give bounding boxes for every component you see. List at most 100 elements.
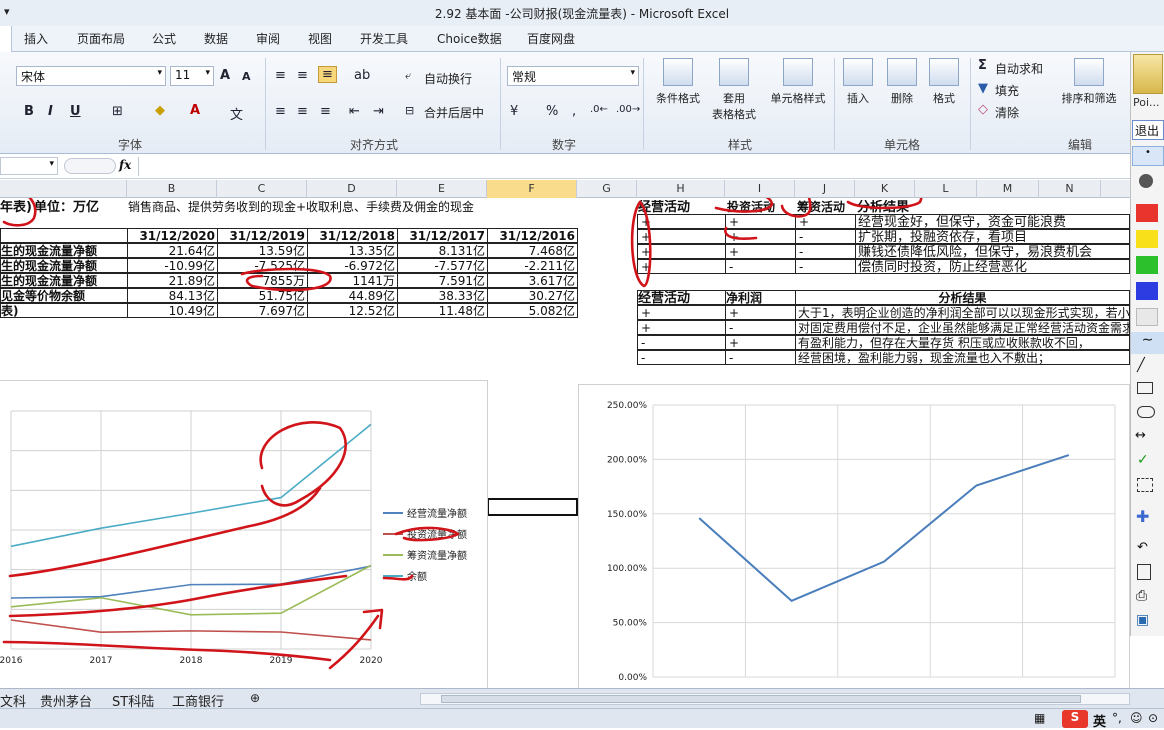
autosum-button[interactable]: 自动求和 — [995, 60, 1043, 77]
tab-choice[interactable]: Choice数据 — [437, 30, 502, 47]
ellipse-tool-icon[interactable] — [1137, 406, 1155, 418]
small-dot-icon[interactable]: • — [1132, 146, 1164, 166]
rectangle-tool-icon[interactable] — [1137, 382, 1153, 394]
col-header-i[interactable]: I — [725, 180, 795, 198]
col-header-g[interactable]: G — [577, 180, 637, 198]
large-dot-icon[interactable] — [1139, 174, 1153, 188]
align-right-icon[interactable]: ≡ — [320, 104, 331, 119]
decrease-indent-icon[interactable]: ⇤ — [349, 104, 360, 119]
exit-button[interactable]: 退出 — [1132, 120, 1164, 140]
tab-baidu-netdisk[interactable]: 百度网盘 — [527, 30, 575, 47]
select-tool-icon[interactable] — [1137, 478, 1153, 492]
check-tool-icon[interactable]: ✓ — [1137, 452, 1149, 468]
quick-access-dropdown-icon[interactable]: ▾ — [4, 5, 10, 18]
increase-decimal-icon[interactable]: .0← — [590, 104, 608, 115]
col-header-e[interactable]: E — [397, 180, 487, 198]
tab-developer[interactable]: 开发工具 — [360, 30, 408, 47]
arrow-tool-icon[interactable]: ↔ — [1135, 428, 1146, 443]
sort-filter-button[interactable]: 排序和筛选 — [1056, 58, 1122, 106]
name-box[interactable]: ▾ — [0, 157, 58, 175]
tab-insert[interactable]: 插入 — [24, 30, 48, 47]
shrink-font-button[interactable]: A — [242, 70, 251, 83]
clear-button[interactable]: 清除 — [995, 104, 1019, 121]
format-cells-button[interactable]: 格式 — [924, 58, 964, 106]
underline-button[interactable]: U — [70, 104, 81, 119]
tab-formulas[interactable]: 公式 — [152, 30, 176, 47]
align-bottom-icon[interactable]: ≡ — [318, 66, 337, 83]
col-header-a[interactable] — [0, 180, 127, 198]
formula-input[interactable] — [138, 157, 1128, 176]
col-header-f[interactable]: F — [487, 180, 577, 198]
align-top-icon[interactable]: ≡ — [275, 68, 286, 83]
col-header-n[interactable]: N — [1039, 180, 1101, 198]
fx-icon[interactable]: fx — [119, 158, 131, 172]
horizontal-scrollbar[interactable] — [420, 693, 1130, 705]
merge-center-button[interactable]: 合并后居中 — [424, 104, 484, 121]
file-tab-edge[interactable] — [0, 26, 12, 52]
freehand-pen-icon[interactable]: ∼ — [1131, 332, 1164, 354]
phonetic-icon[interactable]: 文 — [230, 104, 243, 123]
currency-icon[interactable]: ¥ — [510, 104, 518, 119]
format-as-table-button[interactable]: 套用 表格格式 — [704, 58, 764, 122]
autosum-icon[interactable]: Σ — [978, 58, 987, 73]
delete-cells-button[interactable]: 删除 — [882, 58, 922, 106]
save-icon[interactable]: ▣ — [1136, 612, 1149, 628]
sogou-ime-icon[interactable]: S — [1062, 710, 1088, 728]
comma-button[interactable]: , — [572, 104, 576, 119]
print-icon[interactable]: ⎙ — [1136, 588, 1147, 604]
undo-icon[interactable]: ↶ — [1137, 540, 1148, 555]
tab-review[interactable]: 审阅 — [256, 30, 280, 47]
number-format-select[interactable]: 常规 ▾ — [507, 66, 639, 86]
ime-settings-icon[interactable]: ⊙ — [1148, 711, 1158, 725]
col-header-c[interactable]: C — [217, 180, 307, 198]
increase-indent-icon[interactable]: ⇥ — [373, 104, 384, 119]
bold-button[interactable]: B — [24, 104, 34, 119]
border-icon[interactable]: ⊞ — [112, 104, 123, 119]
add-icon[interactable]: ✚ — [1136, 507, 1149, 526]
align-left-icon[interactable]: ≡ — [275, 104, 286, 119]
col-header-k[interactable]: K — [855, 180, 915, 198]
normal-view-icon[interactable]: ▦ — [1034, 711, 1045, 725]
conditional-format-button[interactable]: 条件格式 — [648, 58, 708, 106]
tab-page-layout[interactable]: 页面布局 — [77, 30, 125, 47]
color-yellow-swatch[interactable] — [1136, 230, 1158, 248]
worksheet-grid[interactable]: 年表) 单位：万亿 销售商品、提供劳务收到的现金+收取利息、手续费及佣金的现金 … — [0, 198, 1130, 688]
col-header-b[interactable]: B — [127, 180, 217, 198]
ime-emoji-icon[interactable]: ☺ — [1130, 711, 1143, 725]
color-blue-swatch[interactable] — [1136, 282, 1158, 300]
scrollbar-thumb[interactable] — [441, 695, 1081, 703]
align-middle-icon[interactable]: ≡ — [297, 68, 308, 83]
col-header-m[interactable]: M — [977, 180, 1039, 198]
color-red-swatch[interactable] — [1136, 204, 1158, 222]
cell-styles-button[interactable]: 单元格样式 — [766, 58, 830, 106]
decrease-decimal-icon[interactable]: .00→ — [616, 104, 640, 115]
col-header-d[interactable]: D — [307, 180, 397, 198]
fill-icon[interactable]: ▼ — [978, 81, 988, 96]
new-page-icon[interactable] — [1137, 564, 1151, 580]
font-name-select[interactable]: 宋体 ▾ — [16, 66, 166, 86]
line-tool-icon[interactable]: ╱ — [1137, 358, 1145, 373]
color-white-swatch[interactable] — [1136, 308, 1158, 326]
merge-center-icon[interactable]: ⊟ — [405, 104, 414, 117]
fill-button[interactable]: 填充 — [995, 82, 1019, 99]
ime-language[interactable]: 英 — [1093, 711, 1106, 730]
wrap-text-button[interactable]: 自动换行 — [424, 70, 472, 87]
col-header-l[interactable]: L — [915, 180, 977, 198]
wrap-text-icon[interactable]: ⤶ — [405, 69, 411, 83]
italic-button[interactable]: I — [48, 104, 53, 119]
grow-font-button[interactable]: A — [220, 68, 230, 83]
ime-punct-icon[interactable]: °, — [1112, 711, 1122, 725]
insert-sheet-icon[interactable]: ⊕ — [250, 691, 260, 705]
col-header-h[interactable]: H — [637, 180, 725, 198]
fill-color-icon[interactable]: ◆ — [155, 103, 165, 118]
align-center-icon[interactable]: ≡ — [297, 104, 308, 119]
tab-view[interactable]: 视图 — [308, 30, 332, 47]
color-green-swatch[interactable] — [1136, 256, 1158, 274]
orientation-icon[interactable]: ab — [354, 68, 370, 83]
font-size-select[interactable]: 11 ▾ — [170, 66, 214, 86]
insert-cells-button[interactable]: 插入 — [838, 58, 878, 106]
binoculars-icon[interactable] — [1133, 54, 1163, 94]
font-color-icon[interactable]: A — [190, 103, 200, 118]
tab-data[interactable]: 数据 — [204, 30, 228, 47]
col-header-j[interactable]: J — [795, 180, 855, 198]
